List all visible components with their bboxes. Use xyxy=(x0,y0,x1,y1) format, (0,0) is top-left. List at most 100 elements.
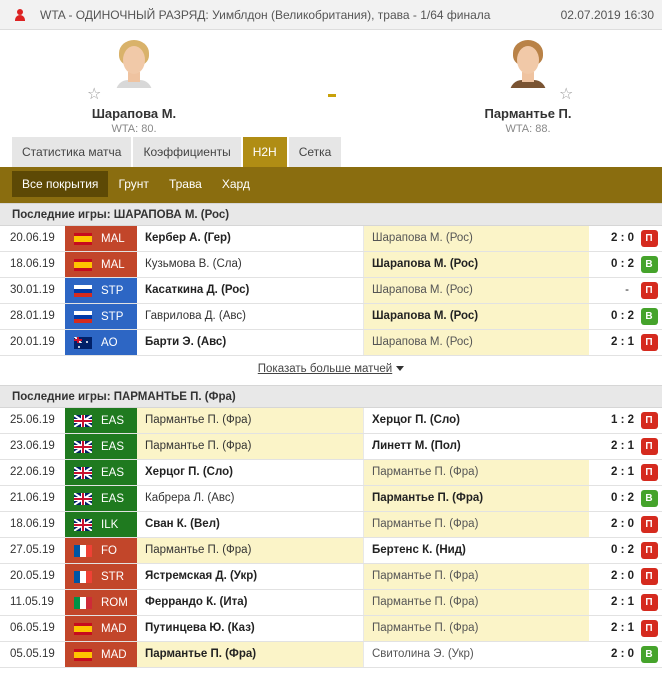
tournament-code[interactable]: AO xyxy=(101,337,118,349)
away-player[interactable]: Пармантье П. (Фра) xyxy=(363,590,589,615)
away-player[interactable]: Шарапова М. (Рос) xyxy=(363,304,589,329)
match-row[interactable]: 18.06.19 MAL Кузьмова В. (Сла) Шарапова М. … xyxy=(0,252,662,278)
tournament-cell[interactable]: MAD xyxy=(65,616,137,641)
away-player[interactable]: Шарапова М. (Рос) xyxy=(363,226,589,251)
away-player[interactable]: Херцог П. (Сло) xyxy=(363,408,589,433)
tournament-cell[interactable]: ILK xyxy=(65,512,137,537)
tournament-code[interactable]: STP xyxy=(101,311,123,323)
tab-odds[interactable]: Коэффициенты xyxy=(133,137,241,167)
tournament-code[interactable]: ILK xyxy=(101,519,118,531)
match-row[interactable]: 23.06.19 EAS Пармантье П. (Фра) Линетт М. (… xyxy=(0,434,662,460)
away-player[interactable]: Шарапова М. (Рос) xyxy=(363,330,589,355)
show-more[interactable]: Показать больше матчей xyxy=(0,356,662,382)
russia-flag-icon xyxy=(74,310,92,323)
away-player[interactable]: Пармантье П. (Фра) xyxy=(363,616,589,641)
tournament-code[interactable]: MAL xyxy=(101,233,125,245)
tournament-cell[interactable]: AO xyxy=(65,330,137,355)
away-player[interactable]: Шарапова М. (Рос) xyxy=(363,252,589,277)
tournament-code[interactable]: ROM xyxy=(101,597,128,609)
italy-flag-icon xyxy=(74,596,92,609)
away-player[interactable]: Свитолина Э. (Укр) xyxy=(363,642,589,667)
away-player[interactable]: Шарапова М. (Рос) xyxy=(363,278,589,303)
player-name[interactable]: Шарапова М. xyxy=(34,106,234,121)
home-player[interactable]: Сван К. (Вел) xyxy=(137,512,363,537)
favorite-star-icon[interactable]: ☆ xyxy=(559,84,573,104)
home-player[interactable]: Херцог П. (Сло) xyxy=(137,460,363,485)
match-row[interactable]: 20.01.19 AO Барти Э. (Авс) Шарапова М. (Рос… xyxy=(0,330,662,356)
match-row[interactable]: 21.06.19 EAS Кабрера Л. (Авс) Пармантье П. … xyxy=(0,486,662,512)
france-flag-icon xyxy=(74,570,92,583)
result-badge: П xyxy=(640,230,658,247)
home-player[interactable]: Кербер А. (Гер) xyxy=(137,226,363,251)
tournament-cell[interactable]: FO xyxy=(65,538,137,563)
tab-grass[interactable]: Трава xyxy=(159,171,212,197)
match-row[interactable]: 30.01.19 STP Касаткина Д. (Рос) Шарапова М.… xyxy=(0,278,662,304)
tournament-cell[interactable]: STP xyxy=(65,278,137,303)
away-player[interactable]: Пармантье П. (Фра) xyxy=(363,486,589,511)
home-player[interactable]: Путинцева Ю. (Каз) xyxy=(137,616,363,641)
tournament-code[interactable]: MAD xyxy=(101,623,127,635)
home-player[interactable]: Касаткина Д. (Рос) xyxy=(137,278,363,303)
tab-clay[interactable]: Грунт xyxy=(108,171,159,197)
uk-flag-icon xyxy=(74,518,92,531)
tournament-cell[interactable]: EAS xyxy=(65,460,137,485)
match-row[interactable]: 27.05.19 FO Пармантье П. (Фра) Бертенс К. (… xyxy=(0,538,662,564)
tournament-code[interactable]: EAS xyxy=(101,493,124,505)
tournament-code[interactable]: MAL xyxy=(101,259,125,271)
match-row[interactable]: 20.06.19 MAL Кербер А. (Гер) Шарапова М. (Р… xyxy=(0,226,662,252)
match-row[interactable]: 28.01.19 STP Гаврилова Д. (Авс) Шарапова М.… xyxy=(0,304,662,330)
match-header: ☆ Шарапова М. WTA: 80. Пармантье П. WTA:… xyxy=(0,30,662,136)
home-player[interactable]: Ястремская Д. (Укр) xyxy=(137,564,363,589)
home-player[interactable]: Барти Э. (Авс) xyxy=(137,330,363,355)
tournament-cell[interactable]: EAS xyxy=(65,408,137,433)
tournament-cell[interactable]: STP xyxy=(65,304,137,329)
tab-stats[interactable]: Статистика матча xyxy=(12,137,132,167)
match-row[interactable]: 18.06.19 ILK Сван К. (Вел) Пармантье П. (Фр… xyxy=(0,512,662,538)
away-player[interactable]: Пармантье П. (Фра) xyxy=(363,564,589,589)
tournament-code[interactable]: MAD xyxy=(101,649,127,661)
tournament-code[interactable]: STR xyxy=(101,571,124,583)
tournament-code[interactable]: FO xyxy=(101,545,117,557)
match-row[interactable]: 20.05.19 STR Ястремская Д. (Укр) Пармантье … xyxy=(0,564,662,590)
match-row[interactable]: 25.06.19 EAS Пармантье П. (Фра) Херцог П. (… xyxy=(0,408,662,434)
match-row[interactable]: 11.05.19 ROM Феррандо К. (Ита) Пармантье П.… xyxy=(0,590,662,616)
tab-h2h[interactable]: H2H xyxy=(242,137,287,167)
tab-hard[interactable]: Хард xyxy=(212,171,260,197)
triangle-down-icon[interactable] xyxy=(396,366,405,372)
away-player[interactable]: Пармантье П. (Фра) xyxy=(363,460,589,485)
home-player[interactable]: Пармантье П. (Фра) xyxy=(137,408,363,433)
player-away[interactable]: Пармантье П. WTA: 88. xyxy=(428,38,628,135)
tournament-code[interactable]: EAS xyxy=(101,415,124,427)
home-player[interactable]: Гаврилова Д. (Авс) xyxy=(137,304,363,329)
player-photo xyxy=(506,38,550,88)
tab-draw[interactable]: Сетка xyxy=(288,137,342,167)
tab-all-surfaces[interactable]: Все покрытия xyxy=(12,171,109,197)
home-player[interactable]: Пармантье П. (Фра) xyxy=(137,538,363,563)
player-name[interactable]: Пармантье П. xyxy=(428,106,628,121)
home-player[interactable]: Пармантье П. (Фра) xyxy=(137,642,363,667)
tournament-cell[interactable]: EAS xyxy=(65,434,137,459)
tournament-code[interactable]: EAS xyxy=(101,441,124,453)
home-player[interactable]: Феррандо К. (Ита) xyxy=(137,590,363,615)
tournament-code[interactable]: STP xyxy=(101,285,123,297)
tournament-cell[interactable]: STR xyxy=(65,564,137,589)
tournament-cell[interactable]: EAS xyxy=(65,486,137,511)
away-player[interactable]: Линетт М. (Пол) xyxy=(363,434,589,459)
tournament-cell[interactable]: MAD xyxy=(65,642,137,667)
tournament-cell[interactable]: MAL xyxy=(65,252,137,277)
player-home[interactable]: Шарапова М. WTA: 80. xyxy=(34,38,234,135)
show-more-link[interactable]: Показать больше матчей xyxy=(258,363,392,375)
match-row[interactable]: 05.05.19 MAD Пармантье П. (Фра) Свитолина Э… xyxy=(0,642,662,668)
match-row[interactable]: 06.05.19 MAD Путинцева Ю. (Каз) Пармантье П… xyxy=(0,616,662,642)
top-bar: WTA - ОДИНОЧНЫЙ РАЗРЯД: Уимблдон (Велико… xyxy=(0,0,662,30)
tournament-code[interactable]: EAS xyxy=(101,467,124,479)
uk-flag-icon xyxy=(74,414,92,427)
away-player[interactable]: Пармантье П. (Фра) xyxy=(363,512,589,537)
home-player[interactable]: Пармантье П. (Фра) xyxy=(137,434,363,459)
tournament-cell[interactable]: ROM xyxy=(65,590,137,615)
match-row[interactable]: 22.06.19 EAS Херцог П. (Сло) Пармантье П. (… xyxy=(0,460,662,486)
away-player[interactable]: Бертенс К. (Нид) xyxy=(363,538,589,563)
home-player[interactable]: Кузьмова В. (Сла) xyxy=(137,252,363,277)
home-player[interactable]: Кабрера Л. (Авс) xyxy=(137,486,363,511)
tournament-cell[interactable]: MAL xyxy=(65,226,137,251)
